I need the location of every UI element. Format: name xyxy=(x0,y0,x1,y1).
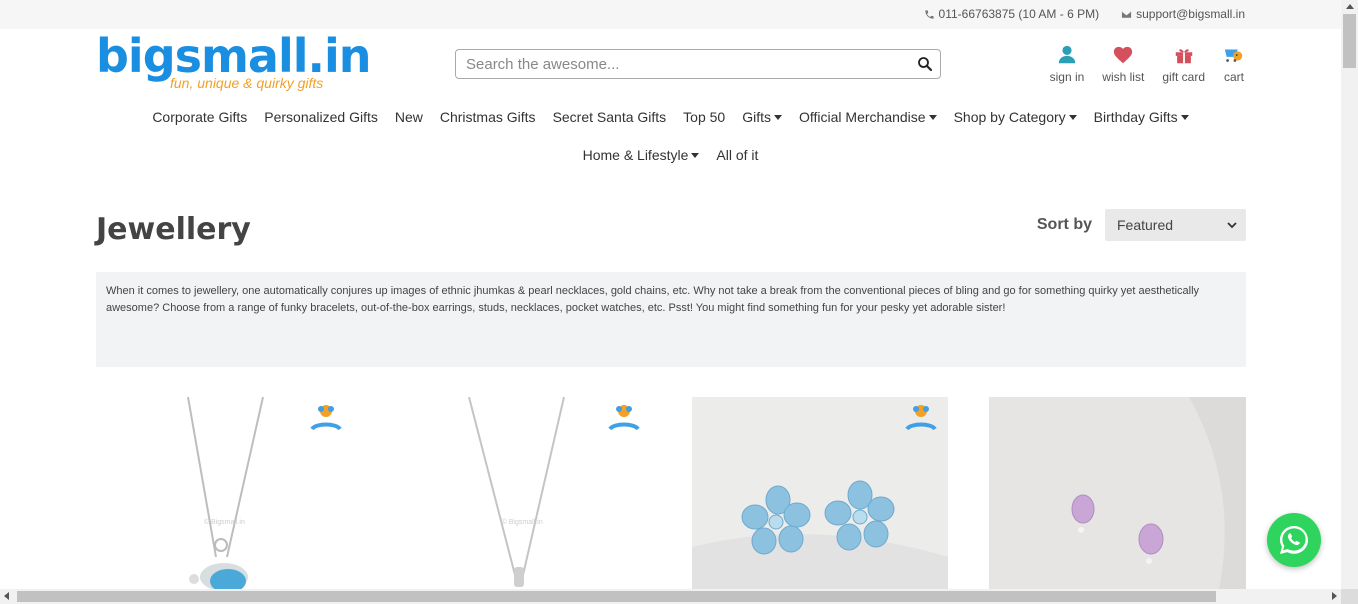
sign-in-label: sign in xyxy=(1049,70,1085,84)
sort-control: Sort by Featured xyxy=(1037,209,1246,241)
main-nav-row-1: Corporate Gifts Personalized Gifts New C… xyxy=(0,109,1341,125)
caret-down-icon xyxy=(691,152,700,158)
category-description-text: When it comes to jewellery, one automati… xyxy=(106,285,1200,314)
gift-icon xyxy=(1175,49,1192,64)
search-bar xyxy=(455,49,941,79)
cart-link[interactable]: cart xyxy=(1223,44,1245,84)
nav-item-label: Shop by Category xyxy=(953,109,1066,125)
wish-list-link[interactable]: wish list xyxy=(1102,44,1144,84)
horizontal-scroll-thumb[interactable] xyxy=(17,591,1216,602)
product-image-amethyst-studs xyxy=(989,397,1246,589)
bigsmall-badge-icon xyxy=(905,405,937,431)
caret-down-icon xyxy=(1180,114,1189,120)
caret-down-icon xyxy=(1068,114,1077,120)
nav-item-label: Secret Santa Gifts xyxy=(552,109,667,125)
scroll-left-arrow-icon[interactable] xyxy=(4,592,9,600)
nav-item-corporate-gifts[interactable]: Corporate Gifts xyxy=(152,109,247,125)
bigsmall-badge-icon xyxy=(607,405,640,431)
nav-item-shop-by-category[interactable]: Shop by Category xyxy=(954,109,1077,125)
email-contact[interactable]: support@bigsmall.in xyxy=(1121,7,1245,21)
nav-item-label: Top 50 xyxy=(683,109,726,125)
cart-icon xyxy=(1224,49,1243,62)
nav-item-label: Official Merchandise xyxy=(799,109,926,125)
nav-item-label: Gifts xyxy=(742,109,771,125)
vertical-scroll-thumb[interactable] xyxy=(1343,14,1356,68)
product-grid: © Bigsmall.in © Bigsmall.in xyxy=(96,397,1246,589)
image-watermark: © Bigsmall.in xyxy=(501,519,543,526)
nav-item-label: Personalized Gifts xyxy=(264,109,378,125)
product-card[interactable] xyxy=(989,397,1246,589)
nav-item-label: Corporate Gifts xyxy=(152,109,248,125)
scroll-up-arrow-icon[interactable] xyxy=(1346,4,1354,9)
scroll-right-arrow-icon[interactable] xyxy=(1332,592,1337,600)
sort-select[interactable]: Featured xyxy=(1105,209,1246,241)
site-logo[interactable]: bigsmall.in fun, unique & quirky gifts xyxy=(96,29,372,91)
search-button[interactable] xyxy=(910,55,940,73)
sort-selected-value: Featured xyxy=(1117,217,1174,233)
category-description: When it comes to jewellery, one automati… xyxy=(96,272,1246,367)
sign-in-link[interactable]: sign in xyxy=(1049,44,1085,84)
nav-item-home-lifestyle[interactable]: Home & Lifestyle xyxy=(583,147,700,163)
nav-item-top-50[interactable]: Top 50 xyxy=(683,109,725,125)
bigsmall-badge-icon xyxy=(310,405,342,431)
caret-down-icon xyxy=(928,114,937,120)
nav-item-birthday-gifts[interactable]: Birthday Gifts xyxy=(1094,109,1189,125)
nav-item-personalized-gifts[interactable]: Personalized Gifts xyxy=(264,109,378,125)
image-watermark: © Bigsmall.in xyxy=(203,519,245,526)
nav-item-label: Christmas Gifts xyxy=(439,109,536,125)
email-text: support@bigsmall.in xyxy=(1136,7,1245,21)
envelope-icon xyxy=(1122,10,1132,18)
cart-label: cart xyxy=(1223,70,1244,84)
whatsapp-chat-button[interactable] xyxy=(1267,513,1321,567)
search-icon xyxy=(918,57,933,72)
nav-item-label: New xyxy=(394,109,423,125)
phone-icon xyxy=(924,9,934,19)
horizontal-scrollbar[interactable] xyxy=(0,589,1341,604)
chevron-down-icon xyxy=(1227,222,1237,229)
main-nav-row-2: Home & Lifestyle All of it xyxy=(0,147,1341,163)
nav-item-label: Birthday Gifts xyxy=(1093,109,1178,125)
nav-item-christmas-gifts[interactable]: Christmas Gifts xyxy=(440,109,536,125)
whatsapp-icon xyxy=(1280,526,1308,554)
top-bar: 011-66763875 (10 AM - 6 PM) support@bigs… xyxy=(0,0,1341,29)
wish-list-label: wish list xyxy=(1102,70,1145,84)
sort-label: Sort by xyxy=(1036,216,1092,233)
user-icon xyxy=(1058,45,1076,64)
nav-item-label: All of it xyxy=(716,147,759,163)
caret-down-icon xyxy=(774,114,782,120)
logo-wordmark: bigsmall.in xyxy=(96,29,372,83)
vertical-scrollbar[interactable] xyxy=(1341,0,1358,589)
product-card[interactable]: © Bigsmall.in xyxy=(96,397,353,589)
nav-item-label: Home & Lifestyle xyxy=(582,147,689,163)
search-input[interactable] xyxy=(456,50,910,78)
page: 011-66763875 (10 AM - 6 PM) support@bigs… xyxy=(0,0,1341,589)
product-card[interactable]: © Bigsmall.in xyxy=(393,397,651,589)
heart-icon xyxy=(1114,46,1133,64)
header-links: sign in wish list gift card cart xyxy=(1050,44,1245,84)
gift-card-label: gift card xyxy=(1162,70,1205,84)
phone-text: 011-66763875 (10 AM - 6 PM) xyxy=(938,7,1100,21)
nav-item-new[interactable]: New xyxy=(395,109,423,125)
phone-contact[interactable]: 011-66763875 (10 AM - 6 PM) xyxy=(924,7,1100,21)
scrollbar-corner xyxy=(1341,589,1358,604)
page-title: Jewellery xyxy=(96,212,251,247)
nav-item-secret-santa-gifts[interactable]: Secret Santa Gifts xyxy=(553,109,667,125)
product-card[interactable] xyxy=(691,397,949,589)
nav-item-official-merchandise[interactable]: Official Merchandise xyxy=(799,109,937,125)
nav-item-all-of-it[interactable]: All of it xyxy=(716,147,758,163)
nav-item-gifts[interactable]: Gifts xyxy=(742,109,782,125)
gift-card-link[interactable]: gift card xyxy=(1162,44,1205,84)
